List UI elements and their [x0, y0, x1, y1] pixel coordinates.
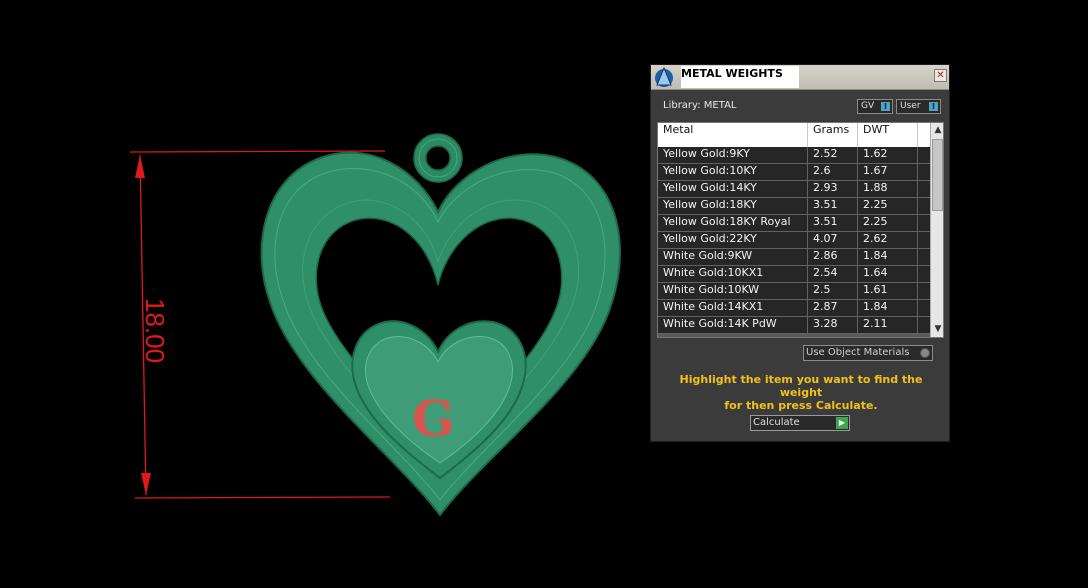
table-row[interactable]: White Gold:10KW 2.5 1.61: [658, 283, 930, 300]
column-header-metal[interactable]: Metal: [658, 123, 808, 147]
table-scrollbar[interactable]: ▲ ▼: [930, 123, 943, 337]
3d-viewport[interactable]: 18.00 G: [0, 0, 640, 588]
column-header-grams[interactable]: Grams: [808, 123, 858, 147]
metal-cell: White Gold:9KW: [658, 249, 808, 265]
grams-cell: 2.5: [808, 283, 858, 299]
table-body: Yellow Gold:9KY 2.52 1.62 Yellow Gold:10KY 2…: [658, 147, 930, 334]
use-object-materials-toggle[interactable]: Use Object Materials: [803, 345, 933, 361]
dwt-cell: 2.25: [858, 198, 918, 214]
scroll-thumb[interactable]: [932, 139, 943, 211]
calculate-button[interactable]: Calculate ▶: [750, 415, 850, 431]
table-row[interactable]: White Gold:14K PdW 3.28 2.11: [658, 317, 930, 334]
table-row[interactable]: White Gold:10KX1 2.54 1.64: [658, 266, 930, 283]
table-row[interactable]: Yellow Gold:22KY 4.07 2.62: [658, 232, 930, 249]
table-row[interactable]: White Gold:9KW 2.86 1.84: [658, 249, 930, 266]
dwt-cell: 1.61: [858, 283, 918, 299]
table-row[interactable]: Yellow Gold:18KY Royal 3.51 2.25: [658, 215, 930, 232]
pendant-initial: G: [412, 389, 455, 448]
scroll-down-icon[interactable]: ▼: [931, 323, 943, 336]
grams-cell: 2.54: [808, 266, 858, 282]
radio-icon: [920, 348, 930, 358]
instruction-text: Highlight the item you want to find the …: [661, 373, 941, 412]
grams-cell: 2.86: [808, 249, 858, 265]
instruction-line-2: for then press Calculate.: [724, 399, 878, 412]
user-toggle-label: User: [900, 101, 921, 111]
panel-titlebar[interactable]: METAL WEIGHTS ✕: [651, 65, 949, 90]
metal-cell: Yellow Gold:22KY: [658, 232, 808, 248]
table-row[interactable]: Yellow Gold:14KY 2.93 1.88: [658, 181, 930, 198]
dwt-cell: 1.84: [858, 249, 918, 265]
metal-cell: Yellow Gold:14KY: [658, 181, 808, 197]
dwt-cell: 2.25: [858, 215, 918, 231]
grams-cell: 3.51: [808, 215, 858, 231]
metal-cell: White Gold:10KX1: [658, 266, 808, 282]
panel-title: METAL WEIGHTS: [681, 66, 799, 88]
play-icon: ▶: [836, 417, 848, 429]
gv-toggle-label: GV: [861, 101, 875, 111]
user-toggle-icon: I: [929, 102, 938, 111]
metal-weights-panel: METAL WEIGHTS ✕ Library: METAL GV I User…: [650, 64, 950, 442]
table-header: Metal Grams DWT: [658, 123, 930, 147]
user-toggle[interactable]: User I: [896, 99, 941, 114]
pendant-model-view: 18.00 G: [129, 133, 621, 517]
library-label: Library: METAL: [663, 100, 737, 111]
gv-toggle[interactable]: GV I: [857, 99, 893, 114]
dwt-cell: 1.88: [858, 181, 918, 197]
gv-toggle-icon: I: [881, 102, 890, 111]
table-row[interactable]: White Gold:14KX1 2.87 1.84: [658, 300, 930, 317]
dwt-cell: 1.64: [858, 266, 918, 282]
metal-cell: Yellow Gold:9KY: [658, 147, 808, 163]
metal-cell: White Gold:14K PdW: [658, 317, 808, 333]
grams-cell: 2.93: [808, 181, 858, 197]
grams-cell: 3.28: [808, 317, 858, 333]
grams-cell: 2.6: [808, 164, 858, 180]
scroll-up-icon[interactable]: ▲: [931, 124, 943, 137]
dimension-value: 18.00: [140, 298, 170, 363]
grams-cell: 2.87: [808, 300, 858, 316]
app-logo-icon: [652, 66, 676, 88]
metal-cell: White Gold:14KX1: [658, 300, 808, 316]
table-row[interactable]: Yellow Gold:9KY 2.52 1.62: [658, 147, 930, 164]
dwt-cell: 1.62: [858, 147, 918, 163]
grams-cell: 4.07: [808, 232, 858, 248]
instruction-line-1: Highlight the item you want to find the …: [679, 373, 923, 399]
calculate-label: Calculate: [753, 417, 800, 428]
metal-table: Metal Grams DWT Yellow Gold:9KY 2.52 1.62 Y…: [657, 122, 944, 338]
table-row[interactable]: Yellow Gold:18KY 3.51 2.25: [658, 198, 930, 215]
metal-cell: Yellow Gold:10KY: [658, 164, 808, 180]
grams-cell: 3.51: [808, 198, 858, 214]
metal-cell: Yellow Gold:18KY Royal: [658, 215, 808, 231]
use-object-materials-label: Use Object Materials: [806, 347, 910, 358]
column-header-dwt[interactable]: DWT: [858, 123, 918, 147]
dwt-cell: 1.67: [858, 164, 918, 180]
table-row[interactable]: Yellow Gold:10KY 2.6 1.67: [658, 164, 930, 181]
metal-cell: White Gold:10KW: [658, 283, 808, 299]
bail-ring: [413, 133, 463, 183]
dwt-cell: 2.11: [858, 317, 918, 333]
metal-cell: Yellow Gold:18KY: [658, 198, 808, 214]
close-icon[interactable]: ✕: [934, 69, 947, 82]
dwt-cell: 1.84: [858, 300, 918, 316]
grams-cell: 2.52: [808, 147, 858, 163]
dwt-cell: 2.62: [858, 232, 918, 248]
